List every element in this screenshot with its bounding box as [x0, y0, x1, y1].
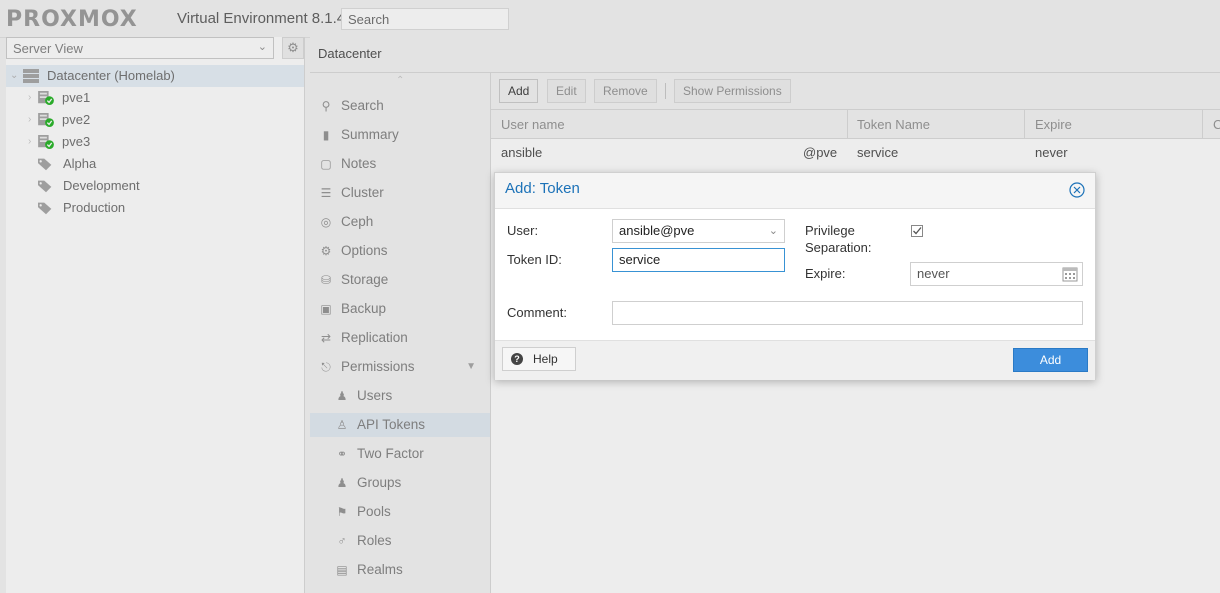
comment-label: Comment: — [507, 305, 567, 320]
token-id-label: Token ID: — [507, 252, 562, 267]
privilege-separation-label: Privilege — [805, 223, 855, 238]
privilege-separation-checkbox[interactable] — [911, 225, 923, 237]
chevron-down-icon: ⌄ — [768, 225, 778, 237]
user-label: User: — [507, 223, 539, 238]
close-icon[interactable] — [1069, 182, 1085, 198]
dialog-footer: ? Help Add — [495, 340, 1095, 380]
expire-label: Expire: — [805, 266, 846, 281]
dialog-title: Add: Token — [505, 180, 580, 197]
comment-input[interactable] — [612, 301, 1083, 325]
privilege-separation-label-2: Separation: — [805, 240, 872, 255]
check-icon — [913, 227, 922, 235]
add-token-dialog: Add: Token User: ansible@pve ⌄ Token ID:… — [494, 172, 1096, 380]
add-token-button[interactable]: Add — [1013, 348, 1088, 372]
user-select-value: ansible@pve — [619, 223, 695, 238]
expire-date-field[interactable]: never — [910, 262, 1083, 286]
user-select[interactable]: ansible@pve ⌄ — [612, 219, 785, 243]
dialog-header[interactable]: Add: Token — [495, 173, 1095, 209]
question-icon: ? — [511, 353, 523, 365]
calendar-icon[interactable] — [1062, 266, 1078, 282]
token-id-input[interactable]: service — [612, 248, 785, 272]
help-button[interactable]: ? Help — [502, 347, 576, 371]
